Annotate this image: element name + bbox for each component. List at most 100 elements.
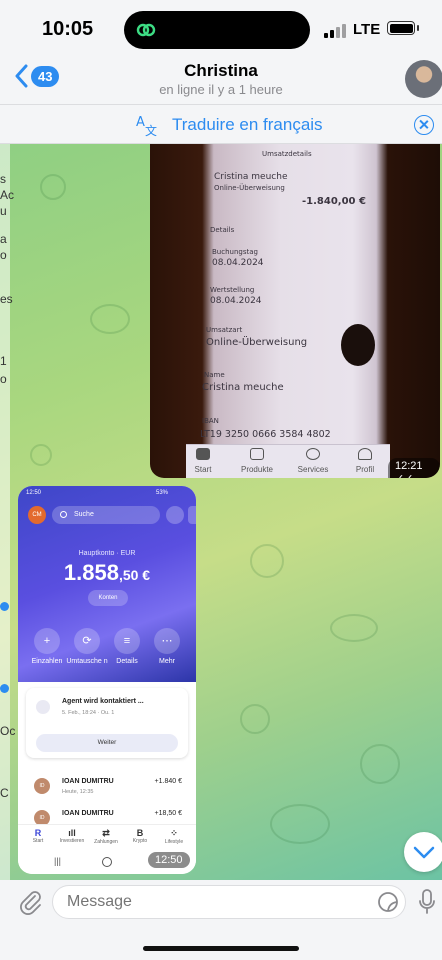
sticker-icon[interactable] bbox=[377, 891, 399, 913]
strip-text: u bbox=[0, 204, 7, 218]
search-icon bbox=[60, 511, 67, 518]
doc-type-value: Online-Überweisung bbox=[206, 337, 308, 348]
doc-nav-label: Services bbox=[297, 465, 329, 474]
doodle-pattern bbox=[30, 444, 52, 466]
doc-nav-start: Start bbox=[180, 448, 226, 474]
doc-iban-value: LT19 3250 0666 3584 4802 bbox=[200, 429, 331, 440]
battery-icon bbox=[387, 21, 415, 35]
bank-nav-item: B Krypto bbox=[126, 828, 154, 844]
status-time: 10:05 bbox=[42, 18, 94, 40]
strip-text: a bbox=[0, 232, 7, 246]
battery-tip bbox=[417, 25, 419, 31]
read-checkmarks-icon: ✓✓ bbox=[395, 473, 413, 478]
message-time-text: 12:21 bbox=[395, 460, 423, 472]
strip-text: es bbox=[0, 292, 13, 306]
doodle-pattern bbox=[40, 174, 66, 200]
contact-avatar[interactable] bbox=[405, 60, 442, 98]
bank-tx-name: IOAN DUMITRU bbox=[62, 778, 114, 785]
scroll-to-bottom-button[interactable] bbox=[404, 832, 442, 872]
bank-action-label: Mehr bbox=[159, 658, 175, 665]
crypto-icon: B bbox=[136, 828, 144, 838]
bank-account-label: Hauptkonto · EUR bbox=[78, 550, 136, 557]
doc-name: Cristina meuche bbox=[214, 172, 288, 182]
doc-nav-label: Start bbox=[194, 465, 212, 474]
photo-message-receipt[interactable]: Umsatzdetails Cristina meuche Online-Übe… bbox=[150, 144, 440, 478]
network-type: LTE bbox=[353, 21, 381, 38]
doc-nav-profil: Profil bbox=[342, 448, 388, 474]
invest-icon: ıll bbox=[68, 828, 76, 838]
doc-bottom-nav: Start Produkte Services Profil bbox=[186, 444, 390, 478]
bank-konten-button: Konten bbox=[88, 590, 128, 606]
bank-nav-item: R Start bbox=[24, 828, 52, 844]
bank-tx-amount: +1.840 € bbox=[154, 778, 182, 785]
doc-section: Details bbox=[210, 226, 235, 234]
bank-action-label: Umtausche n bbox=[66, 658, 108, 665]
contact-name[interactable]: Christina bbox=[0, 61, 442, 81]
close-translate-button[interactable] bbox=[414, 115, 434, 135]
finger-shadow bbox=[341, 324, 375, 366]
signal-icon bbox=[324, 24, 346, 38]
call-link-icon bbox=[136, 23, 156, 37]
home-circle-icon bbox=[102, 857, 112, 867]
transfer-icon: ⇄ bbox=[102, 828, 110, 838]
doc-type-small: Online-Überweisung bbox=[214, 184, 285, 192]
paperclip-icon[interactable] bbox=[18, 889, 44, 915]
photo-message-bank-app[interactable]: 12:50 53% CM Suche Hauptkonto · EUR 1.85… bbox=[18, 486, 196, 874]
bar-chart-icon bbox=[166, 506, 184, 524]
microphone-icon[interactable] bbox=[418, 889, 436, 915]
doc-nav-services: Services bbox=[290, 448, 336, 474]
strip-text: Ac bbox=[0, 188, 15, 202]
bank-card-subtitle: 5. Feb., 18:24 · Ou. 1 bbox=[62, 710, 115, 716]
bank-status-time: 12:50 bbox=[26, 490, 42, 496]
message-input[interactable] bbox=[52, 885, 406, 919]
translate-label[interactable]: Traduire en français bbox=[172, 115, 323, 135]
unread-dot bbox=[0, 684, 9, 693]
bank-nav-item: ⁘ Lifestyle bbox=[160, 828, 188, 845]
doc-type-label: Umsatzart bbox=[206, 326, 243, 334]
strip-text: Oc bbox=[0, 724, 16, 738]
chat-area[interactable]: s Ac u a o es 1 o Oc C Umsatzdetails Cri… bbox=[0, 144, 442, 880]
svg-text:文: 文 bbox=[145, 123, 157, 138]
bank-transaction-row: ID IOAN DUMITRU +18,50 € bbox=[18, 806, 196, 824]
lifestyle-icon: ⁘ bbox=[170, 828, 178, 838]
chat-bubble-icon bbox=[36, 700, 50, 714]
bank-tx-date: Heute, 12:35 bbox=[62, 789, 94, 795]
doc-nav-produkte: Produkte bbox=[234, 448, 280, 474]
bank-transaction-row: ID IOAN DUMITRU Heute, 12:35 +1.840 € bbox=[18, 774, 196, 804]
doc-amount: -1.840,00 € bbox=[302, 196, 366, 207]
strip-text: s bbox=[0, 172, 6, 186]
doc-name-value: Cristina meuche bbox=[202, 382, 284, 393]
home-icon bbox=[196, 448, 210, 460]
bank-card-title: Agent wird kontaktiert ... bbox=[62, 698, 144, 705]
status-bar: 10:05 LTE bbox=[0, 0, 442, 52]
bank-action-label: Einzahlen bbox=[31, 658, 63, 665]
bank-nav-item: ıll Investieren bbox=[58, 828, 86, 844]
contact-status: en ligne il y a 1 heure bbox=[159, 82, 283, 97]
svg-text:A: A bbox=[136, 115, 145, 130]
doc-header: Umsatzdetails bbox=[262, 150, 312, 158]
message-time: 12:21 ✓✓ bbox=[388, 458, 440, 478]
bank-search-placeholder: Suche bbox=[74, 511, 94, 518]
bank-nav-label: Lifestyle bbox=[164, 839, 184, 845]
bank-nav-label: Investieren bbox=[59, 838, 85, 844]
doodle-pattern bbox=[330, 614, 378, 642]
profile-icon bbox=[358, 448, 372, 460]
chat-header: 43 Christina en ligne il y a 1 heure bbox=[0, 52, 442, 104]
bank-tx-avatar: ID bbox=[34, 810, 50, 824]
bank-balance: 1.858,50 € bbox=[18, 560, 196, 586]
doodle-pattern bbox=[250, 544, 284, 578]
exchange-icon: ⟳ bbox=[74, 628, 100, 654]
message-input-bar bbox=[0, 880, 442, 960]
doodle-pattern bbox=[270, 804, 330, 844]
bank-weiter-button: Weiter bbox=[36, 734, 178, 752]
details-icon: ≡ bbox=[114, 628, 140, 654]
strip-text: 1 bbox=[0, 354, 7, 368]
doc-booking-date: 08.04.2024 bbox=[212, 258, 264, 268]
doc-iban-label: IBAN bbox=[202, 417, 219, 425]
bank-nav-item: ⇄ Zahlungen bbox=[92, 828, 120, 845]
doc-nav-label: Produkte bbox=[240, 465, 274, 474]
bank-nav-label: Zahlungen bbox=[94, 839, 118, 845]
deposit-icon: + bbox=[34, 628, 60, 654]
translate-bar[interactable]: A 文 Traduire en français bbox=[0, 104, 442, 144]
bank-bottom-nav: R Start ıll Investieren ⇄ Zahlungen B Krypto… bbox=[18, 824, 196, 852]
